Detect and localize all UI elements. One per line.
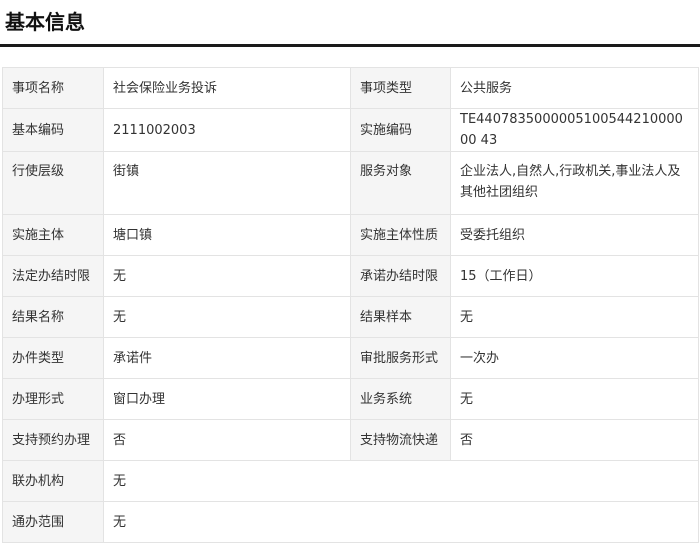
basic-info-table: 事项名称 社会保险业务投诉 事项类型 公共服务 基本编码 2111002003 … <box>2 67 699 543</box>
field-label-logistics-support: 支持物流快递 <box>350 419 451 461</box>
field-label-implementing-body: 实施主体 <box>2 214 104 256</box>
table-row: 支持预约办理 否 支持物流快递 否 <box>2 419 699 461</box>
field-value-logistics-support: 否 <box>450 419 699 461</box>
field-value-business-system: 无 <box>450 378 699 420</box>
field-label-business-system: 业务系统 <box>350 378 451 420</box>
field-value-body-nature: 受委托组织 <box>450 214 699 256</box>
field-label-item-type: 事项类型 <box>350 67 451 109</box>
field-label-exercise-level: 行使层级 <box>2 151 104 215</box>
field-label-service-form: 审批服务形式 <box>350 337 451 379</box>
field-label-body-nature: 实施主体性质 <box>350 214 451 256</box>
field-label-item-name: 事项名称 <box>2 67 104 109</box>
field-label-legal-time-limit: 法定办结时限 <box>2 255 104 297</box>
field-value-legal-time-limit: 无 <box>103 255 351 297</box>
field-label-handling-form: 办理形式 <box>2 378 104 420</box>
field-value-result-name: 无 <box>103 296 351 338</box>
table-row: 办件类型 承诺件 审批服务形式 一次办 <box>2 337 699 379</box>
field-label-result-sample: 结果样本 <box>350 296 451 338</box>
field-value-service-target: 企业法人,自然人,行政机关,事业法人及其他社团组织 <box>450 151 699 215</box>
field-label-joint-agency: 联办机构 <box>2 460 104 502</box>
title-divider <box>0 44 700 47</box>
table-row: 法定办结时限 无 承诺办结时限 15（工作日） <box>2 255 699 297</box>
field-value-handling-form: 窗口办理 <box>103 378 351 420</box>
field-label-case-type: 办件类型 <box>2 337 104 379</box>
field-label-service-target: 服务对象 <box>350 151 451 215</box>
table-row: 事项名称 社会保险业务投诉 事项类型 公共服务 <box>2 67 699 109</box>
field-value-exercise-level: 街镇 <box>103 151 351 215</box>
table-row: 实施主体 塘口镇 实施主体性质 受委托组织 <box>2 214 699 256</box>
field-value-implementing-body: 塘口镇 <box>103 214 351 256</box>
field-value-item-name: 社会保险业务投诉 <box>103 67 351 109</box>
field-value-basic-code: 2111002003 <box>103 108 351 152</box>
table-row: 行使层级 街镇 服务对象 企业法人,自然人,行政机关,事业法人及其他社团组织 <box>2 151 699 215</box>
field-value-item-type: 公共服务 <box>450 67 699 109</box>
table-row: 通办范围 无 <box>2 501 699 543</box>
field-label-service-scope: 通办范围 <box>2 501 104 543</box>
field-value-service-scope: 无 <box>103 501 699 543</box>
table-row: 办理形式 窗口办理 业务系统 无 <box>2 378 699 420</box>
field-value-promised-time-limit: 15（工作日） <box>450 255 699 297</box>
field-value-service-form: 一次办 <box>450 337 699 379</box>
field-label-promised-time-limit: 承诺办结时限 <box>350 255 451 297</box>
table-row: 基本编码 2111002003 实施编码 TE44078350000051005… <box>2 108 699 152</box>
field-value-result-sample: 无 <box>450 296 699 338</box>
field-value-joint-agency: 无 <box>103 460 699 502</box>
field-label-result-name: 结果名称 <box>2 296 104 338</box>
field-label-appointment-support: 支持预约办理 <box>2 419 104 461</box>
section-title: 基本信息 <box>5 10 85 34</box>
table-row: 联办机构 无 <box>2 460 699 502</box>
table-row: 结果名称 无 结果样本 无 <box>2 296 699 338</box>
field-label-basic-code: 基本编码 <box>2 108 104 152</box>
field-value-appointment-support: 否 <box>103 419 351 461</box>
field-value-implementation-code: TE440783500000510054421000000 43 <box>450 108 699 152</box>
field-value-case-type: 承诺件 <box>103 337 351 379</box>
field-label-implementation-code: 实施编码 <box>350 108 451 152</box>
